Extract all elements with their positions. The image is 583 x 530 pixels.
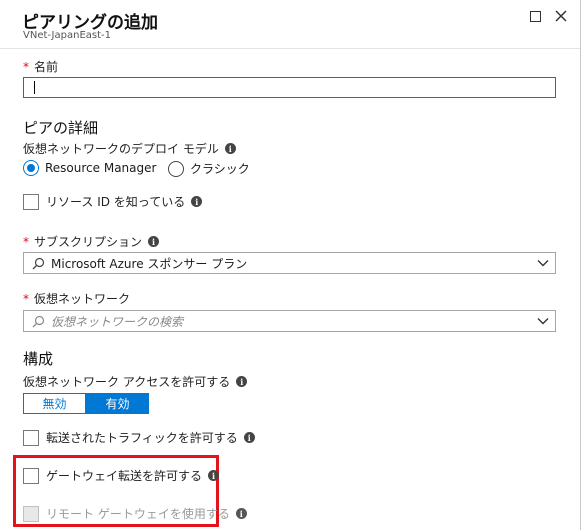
chevron-down-icon bbox=[537, 318, 549, 325]
subscription-value: Microsoft Azure スポンサー プラン bbox=[51, 256, 248, 271]
forwarded-traffic-checkbox[interactable]: 転送されたトラフィックを許可する i bbox=[23, 429, 255, 446]
info-icon[interactable]: i bbox=[191, 196, 203, 207]
search-icon bbox=[32, 257, 45, 269]
deploy-model-label: 仮想ネットワークのデプロイ モデル i bbox=[23, 140, 236, 157]
deploy-model-label-text: 仮想ネットワークのデプロイ モデル bbox=[23, 142, 219, 156]
name-input-box[interactable] bbox=[23, 77, 556, 99]
info-icon[interactable]: i bbox=[236, 376, 248, 387]
info-icon[interactable]: i bbox=[208, 470, 220, 481]
info-icon[interactable]: i bbox=[224, 143, 236, 154]
required-mark: * bbox=[23, 59, 29, 74]
radio-selected-icon bbox=[23, 160, 39, 176]
name-label-text: 名前 bbox=[34, 60, 59, 74]
vnet-placeholder: 仮想ネットワークの検索 bbox=[51, 314, 184, 329]
name-label: * 名前 bbox=[23, 58, 58, 75]
subscription-label-text: サブスクリプション bbox=[34, 235, 143, 249]
required-mark: * bbox=[23, 234, 29, 249]
forwarded-traffic-label: 転送されたトラフィックを許可する bbox=[46, 431, 238, 445]
radio-classic-label: クラシック bbox=[190, 162, 250, 176]
vnet-label-text: 仮想ネットワーク bbox=[34, 292, 131, 306]
name-input[interactable] bbox=[24, 79, 555, 99]
remote-gateway-label: リモート ゲートウェイを使用する bbox=[46, 507, 230, 521]
toggle-disabled-option[interactable]: 無効 bbox=[23, 393, 86, 414]
header-divider bbox=[0, 48, 580, 49]
checkbox-box bbox=[23, 467, 39, 484]
page-subtitle: VNet-JapanEast-1 bbox=[23, 30, 111, 41]
vnet-select[interactable]: 仮想ネットワークの検索 bbox=[23, 310, 556, 332]
checkbox-box bbox=[23, 193, 39, 210]
know-resource-id-label: リソース ID を知っている bbox=[46, 195, 186, 209]
required-mark: * bbox=[23, 291, 29, 306]
vnet-label: * 仮想ネットワーク bbox=[23, 290, 130, 307]
access-label: 仮想ネットワーク アクセスを許可する i bbox=[23, 373, 248, 390]
access-toggle[interactable]: 無効 有効 bbox=[23, 393, 149, 414]
search-icon bbox=[32, 315, 45, 327]
info-icon[interactable]: i bbox=[243, 432, 255, 443]
config-heading: 構成 bbox=[23, 350, 54, 368]
close-button[interactable] bbox=[553, 8, 569, 24]
radio-resource-manager-label: Resource Manager bbox=[45, 161, 157, 175]
checkbox-box bbox=[23, 429, 39, 446]
remote-gateway-checkbox: リモート ゲートウェイを使用する i bbox=[23, 505, 247, 522]
radio-unselected-icon bbox=[168, 160, 184, 177]
peer-details-heading: ピアの詳細 bbox=[23, 119, 99, 137]
text-caret bbox=[34, 81, 35, 94]
gateway-transit-checkbox[interactable]: ゲートウェイ転送を許可する i bbox=[23, 467, 220, 484]
access-label-text: 仮想ネットワーク アクセスを許可する bbox=[23, 375, 231, 389]
maximize-button[interactable] bbox=[527, 8, 543, 24]
know-resource-id-checkbox[interactable]: リソース ID を知っている i bbox=[23, 193, 203, 210]
chevron-down-icon bbox=[537, 260, 549, 267]
subscription-label: * サブスクリプション i bbox=[23, 233, 160, 250]
radio-classic[interactable]: クラシック bbox=[168, 160, 250, 177]
info-icon[interactable]: i bbox=[148, 236, 160, 247]
subscription-select[interactable]: Microsoft Azure スポンサー プラン bbox=[23, 252, 556, 274]
toggle-enabled-option[interactable]: 有効 bbox=[86, 393, 149, 414]
panel-right-border bbox=[580, 0, 581, 530]
info-icon[interactable]: i bbox=[235, 508, 247, 519]
close-icon bbox=[555, 10, 567, 22]
checkbox-box bbox=[23, 505, 39, 522]
radio-resource-manager[interactable]: Resource Manager bbox=[23, 160, 156, 176]
gateway-transit-label: ゲートウェイ転送を許可する bbox=[46, 469, 203, 483]
maximize-icon bbox=[529, 10, 541, 22]
